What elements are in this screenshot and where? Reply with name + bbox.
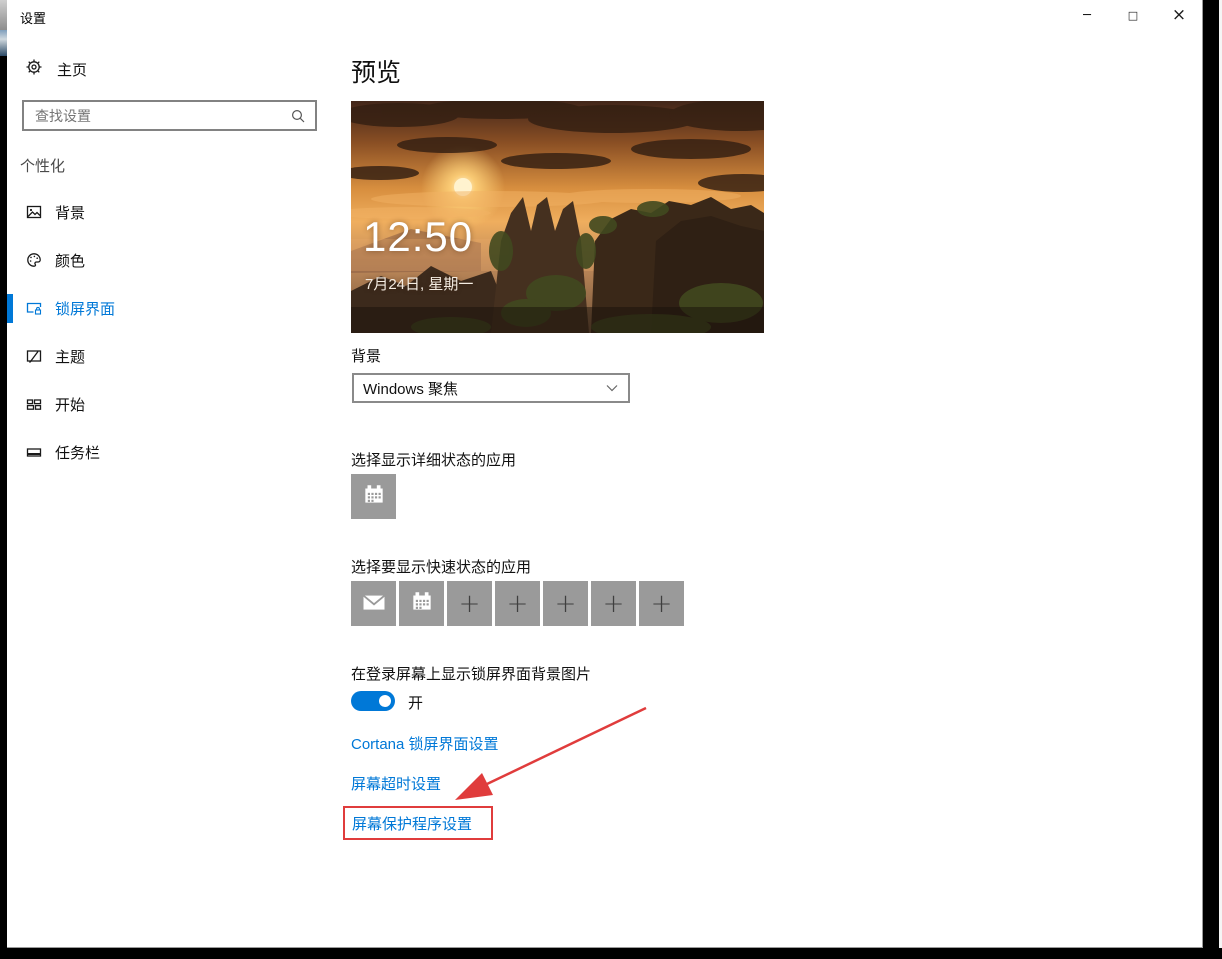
plus-icon: + (555, 591, 577, 617)
sidebar-item-start[interactable]: 开始 (7, 386, 317, 422)
sidebar-item-themes[interactable]: 主题 (7, 338, 317, 374)
window-title: 设置 (20, 8, 46, 27)
lock-screen-icon (25, 299, 43, 317)
search-box (22, 100, 317, 131)
sidebar-item-background[interactable]: 背景 (7, 194, 317, 230)
sidebar-home-label: 主页 (57, 59, 87, 80)
mail-icon (360, 588, 388, 619)
preview-clock-date: 7月24日, 星期一 (365, 273, 473, 294)
lock-screen-preview: 12:50 7月24日, 星期一 (351, 101, 764, 333)
sidebar-item-label: 开始 (55, 394, 85, 415)
close-icon: × (1172, 5, 1186, 25)
quick-status-add-button[interactable]: + (543, 581, 588, 626)
chevron-down-icon (606, 384, 618, 392)
palette-icon (25, 251, 43, 269)
quick-status-add-button[interactable]: + (447, 581, 492, 626)
maximize-icon: □ (1128, 9, 1138, 22)
background-dropdown-value: Windows 聚焦 (354, 378, 606, 399)
sidebar-section-header: 个性化 (20, 155, 65, 176)
calendar-icon (361, 482, 387, 511)
screen-timeout-settings-link[interactable]: 屏幕超时设置 (351, 773, 441, 794)
close-button[interactable]: × (1156, 0, 1202, 30)
page-title: 预览 (351, 53, 401, 89)
quick-status-mail-button[interactable] (351, 581, 396, 626)
toggle-knob (379, 695, 391, 707)
sidebar-item-label: 背景 (55, 202, 85, 223)
sidebar-item-taskbar[interactable]: 任务栏 (7, 434, 317, 470)
search-icon (290, 108, 306, 124)
quick-status-add-button[interactable]: + (495, 581, 540, 626)
taskbar-icon (25, 443, 43, 461)
quick-status-label: 选择要显示快速状态的应用 (351, 556, 531, 577)
sidebar-item-colors[interactable]: 颜色 (7, 242, 317, 278)
desktop-background: 设置 ─ □ × 主页 个性化 (0, 0, 1222, 959)
plus-icon: + (651, 591, 673, 617)
minimize-button[interactable]: ─ (1064, 0, 1110, 30)
signin-background-toggle[interactable] (351, 691, 395, 711)
cortana-lockscreen-settings-link[interactable]: Cortana 锁屏界面设置 (351, 733, 499, 754)
quick-status-add-button[interactable]: + (591, 581, 636, 626)
detailed-status-label: 选择显示详细状态的应用 (351, 449, 516, 470)
detailed-status-app-button[interactable] (351, 474, 396, 519)
calendar-icon (409, 589, 435, 618)
window-controls: ─ □ × (1064, 0, 1202, 30)
image-icon (25, 203, 43, 221)
search-input[interactable] (24, 108, 290, 124)
sidebar-item-lockscreen[interactable]: 锁屏界面 (7, 290, 317, 326)
sidebar-item-label: 任务栏 (55, 442, 100, 463)
start-tiles-icon (25, 395, 43, 413)
desktop-icon-fragment (0, 0, 7, 30)
background-dropdown[interactable]: Windows 聚焦 (352, 373, 630, 403)
minimize-icon: ─ (1083, 8, 1091, 23)
plus-icon: + (459, 591, 481, 617)
quick-status-calendar-button[interactable] (399, 581, 444, 626)
preview-clock-time: 12:50 (363, 213, 473, 261)
screensaver-settings-link[interactable]: 屏幕保护程序设置 (352, 813, 472, 834)
sidebar-item-label: 锁屏界面 (55, 298, 115, 319)
plus-icon: + (603, 591, 625, 617)
quick-status-add-button[interactable]: + (639, 581, 684, 626)
theme-brush-icon (25, 347, 43, 365)
signin-background-label: 在登录屏幕上显示锁屏界面背景图片 (351, 663, 591, 684)
plus-icon: + (507, 591, 529, 617)
background-label: 背景 (351, 345, 381, 366)
selected-item-accent-bar (7, 294, 13, 323)
quick-status-row: + + + + + (351, 581, 684, 626)
maximize-button[interactable]: □ (1110, 0, 1156, 30)
sidebar-item-label: 主题 (55, 346, 85, 367)
gear-icon (25, 58, 43, 81)
toggle-state-label: 开 (408, 692, 423, 713)
sidebar-item-label: 颜色 (55, 250, 85, 271)
titlebar[interactable]: 设置 ─ □ × (7, 0, 1202, 32)
settings-window: 设置 ─ □ × 主页 个性化 (7, 0, 1203, 948)
sidebar-item-home[interactable]: 主页 (25, 58, 87, 81)
